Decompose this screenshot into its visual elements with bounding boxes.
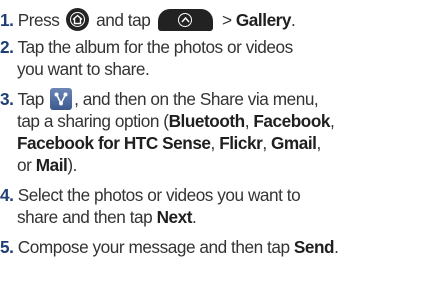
step-number: 2. [0, 37, 14, 57]
step-3-cont: tap a sharing option (Bluetooth, Faceboo… [17, 110, 335, 132]
step-bold-text: Facebook [253, 111, 331, 131]
step-number: 4. [0, 185, 14, 205]
step-text: Tap [17, 89, 44, 109]
step-text: or [17, 155, 36, 175]
step-bold-text: Gallery [235, 10, 292, 30]
step-text: tap a sharing option ( [17, 111, 169, 131]
step-4-cont: share and then tap Next. [17, 206, 197, 228]
step-text: , [210, 133, 220, 153]
instruction-steps: 1. Press and tap > Gallery. 2. Tap the a… [0, 0, 421, 289]
step-5: 5. Compose your message and then tap Sen… [0, 236, 339, 258]
step-text: . [334, 237, 339, 257]
step-3-cont: or Mail). [17, 154, 77, 176]
step-text: , and then on the Share via menu, [74, 89, 319, 109]
step-1: 1. Press and tap > Gallery. [0, 8, 296, 31]
step-2: 2. Tap the album for the photos or video… [0, 36, 293, 58]
step-text: Select the photos or videos you want to [17, 185, 301, 205]
share-icon [50, 88, 73, 110]
all-apps-launcher-icon [157, 9, 213, 31]
step-text: . [291, 10, 296, 30]
step-text: . [192, 207, 197, 227]
step-bold-text: Bluetooth [168, 111, 246, 131]
step-bold-text: Gmail [271, 133, 317, 153]
step-3-cont: Facebook for HTC Sense, Flickr, Gmail, [17, 132, 321, 154]
step-text: , [330, 111, 335, 131]
step-text: Press [17, 10, 60, 30]
home-button-icon [65, 8, 89, 31]
step-number: 1. [0, 10, 14, 30]
step-bold-text: Facebook for HTC Sense [17, 133, 211, 153]
step-text: and tap [96, 10, 151, 30]
step-2-cont: you want to share. [17, 58, 150, 80]
step-number: 3. [0, 89, 14, 109]
step-number: 5. [0, 237, 14, 257]
step-text: Compose your message and then tap [17, 237, 294, 257]
step-text: , [316, 133, 322, 153]
step-text: share and then tap [17, 207, 157, 227]
step-bold-text: Flickr [219, 133, 263, 153]
step-text: > [221, 10, 236, 30]
step-bold-text: Mail [35, 155, 68, 175]
step-text: , [262, 133, 271, 153]
step-4: 4. Select the photos or videos you want … [0, 184, 301, 206]
step-text: Tap the album for the photos or videos [17, 37, 293, 57]
step-bold-text: Send [293, 237, 335, 257]
step-text: you want to share. [17, 59, 150, 79]
step-bold-text: Next [156, 207, 193, 227]
step-3: 3. Tap , and then on the Share via menu, [0, 88, 319, 110]
step-text: ). [67, 155, 77, 175]
